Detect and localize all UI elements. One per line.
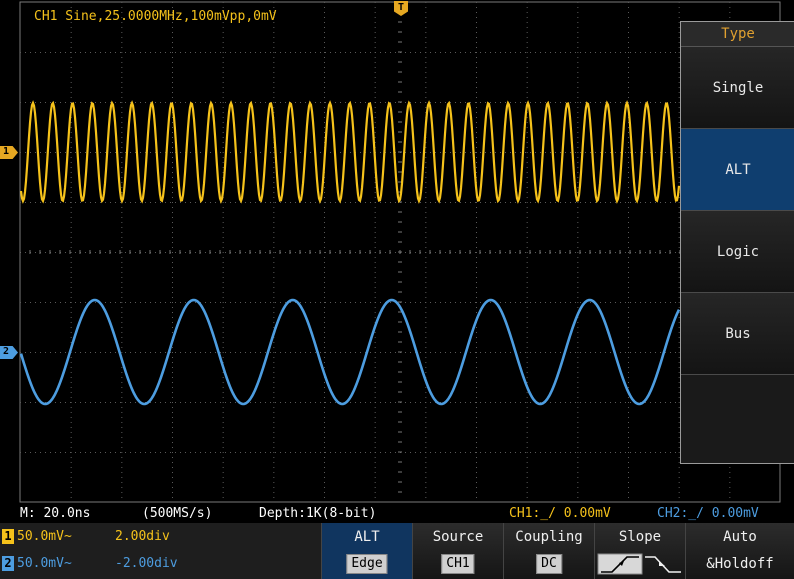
waveform-info-title: CH1 Sine,25.0000MHz,100mVpp,0mV (34, 9, 277, 24)
bottom-bar: 1 50.0mV~ 2.00div 2 50.0mV~ -2.00div ALT… (0, 523, 794, 579)
ch2-position: -2.00div (115, 556, 178, 571)
softkey-slope[interactable]: Slope (594, 523, 685, 579)
menu-header: Type (681, 22, 794, 47)
softkey-coupling[interactable]: Coupling DC (503, 523, 594, 579)
sample-rate-readout: (500MS/s) (142, 506, 213, 521)
ch2-badge: 2 (2, 556, 14, 571)
ch2-info[interactable]: 2 50.0mV~ -2.00div (0, 552, 320, 576)
ch1-badge: 1 (2, 529, 14, 544)
timebase-readout: M: 20.0ns (20, 506, 91, 521)
graticule (19, 1, 776, 498)
oscilloscope-screen: CH1 Sine,25.0000MHz,100mVpp,0mV T 1 2 Ty… (0, 0, 794, 579)
status-bar: M: 20.0ns (500MS/s) Depth:1K(8-bit) CH1:… (0, 505, 794, 523)
softkey-type[interactable]: ALT Edge (321, 523, 412, 579)
softkey-auto-holdoff[interactable]: Auto &Holdoff (685, 523, 794, 579)
memory-depth-readout: Depth:1K(8-bit) (259, 506, 377, 521)
slope-icon (597, 553, 681, 575)
ch2-scale: 50.0mV~ (17, 556, 72, 571)
ch1-scale: 50.0mV~ (17, 529, 72, 544)
ch1-position: 2.00div (115, 529, 170, 544)
menu-item-single[interactable]: Single (681, 47, 794, 129)
menu-item-alt[interactable]: ALT (681, 129, 794, 211)
trigger-type-menu: Type Single ALT Logic Bus (680, 21, 794, 464)
menu-item-logic[interactable]: Logic (681, 211, 794, 293)
ch2-trigger-level: CH2:_/ 0.00mV (657, 506, 759, 521)
ch1-trigger-level: CH1:_/ 0.00mV (509, 506, 611, 521)
ch1-info[interactable]: 1 50.0mV~ 2.00div (0, 525, 320, 549)
waveform-display (19, 1, 781, 503)
menu-item-bus[interactable]: Bus (681, 293, 794, 375)
softkey-source[interactable]: Source CH1 (412, 523, 503, 579)
